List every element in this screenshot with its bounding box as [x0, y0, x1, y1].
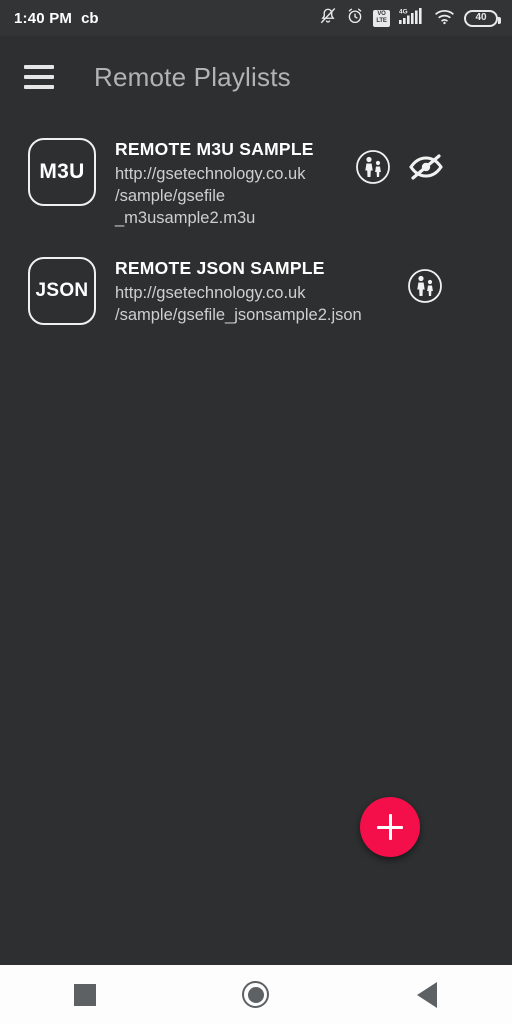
playlist-url: http://gsetechnology.co.uk /sample/gsefi… — [115, 282, 400, 326]
bell-muted-icon — [319, 7, 337, 30]
wifi-icon — [434, 7, 455, 30]
playlist-type-badge: JSON — [28, 257, 96, 325]
playlist-text-block: REMOTE M3U SAMPLE http://gsetechnology.c… — [115, 136, 348, 229]
status-time: 1:40 PM — [14, 9, 73, 27]
battery-indicator: 40 — [464, 9, 501, 27]
status-bar: 1:40 PM cb VO LTE 4G 40 — [0, 0, 512, 36]
playlist-url-line: http://gsetechnology.co.uk — [115, 284, 306, 302]
circle-icon — [242, 981, 270, 1008]
volte-icon: VO LTE — [373, 9, 390, 27]
nav-home-button[interactable] — [221, 970, 291, 1020]
list-item[interactable]: JSON REMOTE JSON SAMPLE http://gsetechno… — [0, 239, 512, 336]
battery-level-label: 40 — [475, 12, 487, 23]
svg-text:4G: 4G — [399, 8, 408, 15]
nav-back-button[interactable] — [392, 970, 462, 1020]
nav-recents-button[interactable] — [50, 970, 120, 1020]
hamburger-menu-icon[interactable] — [24, 65, 54, 89]
playlist-url-line: http://gsetechnology.co.uk — [115, 165, 306, 183]
playlist-type-badge: M3U — [28, 138, 96, 206]
playlist-url: http://gsetechnology.co.uk /sample/gsefi… — [115, 163, 348, 229]
status-carrier-label: cb — [81, 9, 99, 27]
app-screen: 1:40 PM cb VO LTE 4G 40 Remote Playlists… — [0, 0, 512, 1024]
page-title: Remote Playlists — [94, 61, 291, 92]
playlist-url-line: _m3usample2.m3u — [115, 209, 256, 227]
row-menu-icon[interactable] — [460, 156, 490, 178]
playlist-title: REMOTE JSON SAMPLE — [115, 258, 325, 278]
triangle-back-icon — [416, 981, 437, 1008]
system-navigation-bar — [0, 965, 512, 1024]
parental-control-icon[interactable] — [406, 267, 444, 305]
app-bar: Remote Playlists — [0, 36, 512, 118]
add-playlist-fab[interactable] — [360, 797, 420, 857]
eye-slash-icon[interactable] — [408, 152, 444, 182]
parental-control-icon[interactable] — [354, 148, 392, 186]
alarm-clock-icon — [346, 7, 364, 30]
playlist-title: REMOTE M3U SAMPLE — [115, 139, 314, 159]
status-bar-left: 1:40 PM cb — [14, 10, 99, 27]
signal-4g-icon: 4G — [399, 7, 425, 30]
list-item[interactable]: M3U REMOTE M3U SAMPLE http://gsetechnolo… — [0, 126, 512, 239]
playlist-text-block: REMOTE JSON SAMPLE http://gsetechnology.… — [115, 255, 400, 326]
playlist-url-line: /sample/gsefile — [115, 187, 226, 205]
playlist-url-line: /sample/gsefile_jsonsample2.json — [115, 306, 362, 324]
playlist-actions — [406, 267, 490, 305]
playlist-list: M3U REMOTE M3U SAMPLE http://gsetechnolo… — [0, 126, 512, 336]
square-icon — [74, 983, 97, 1006]
status-bar-right: VO LTE 4G 40 — [319, 7, 501, 30]
row-menu-icon[interactable] — [460, 275, 490, 297]
playlist-actions — [354, 148, 490, 186]
